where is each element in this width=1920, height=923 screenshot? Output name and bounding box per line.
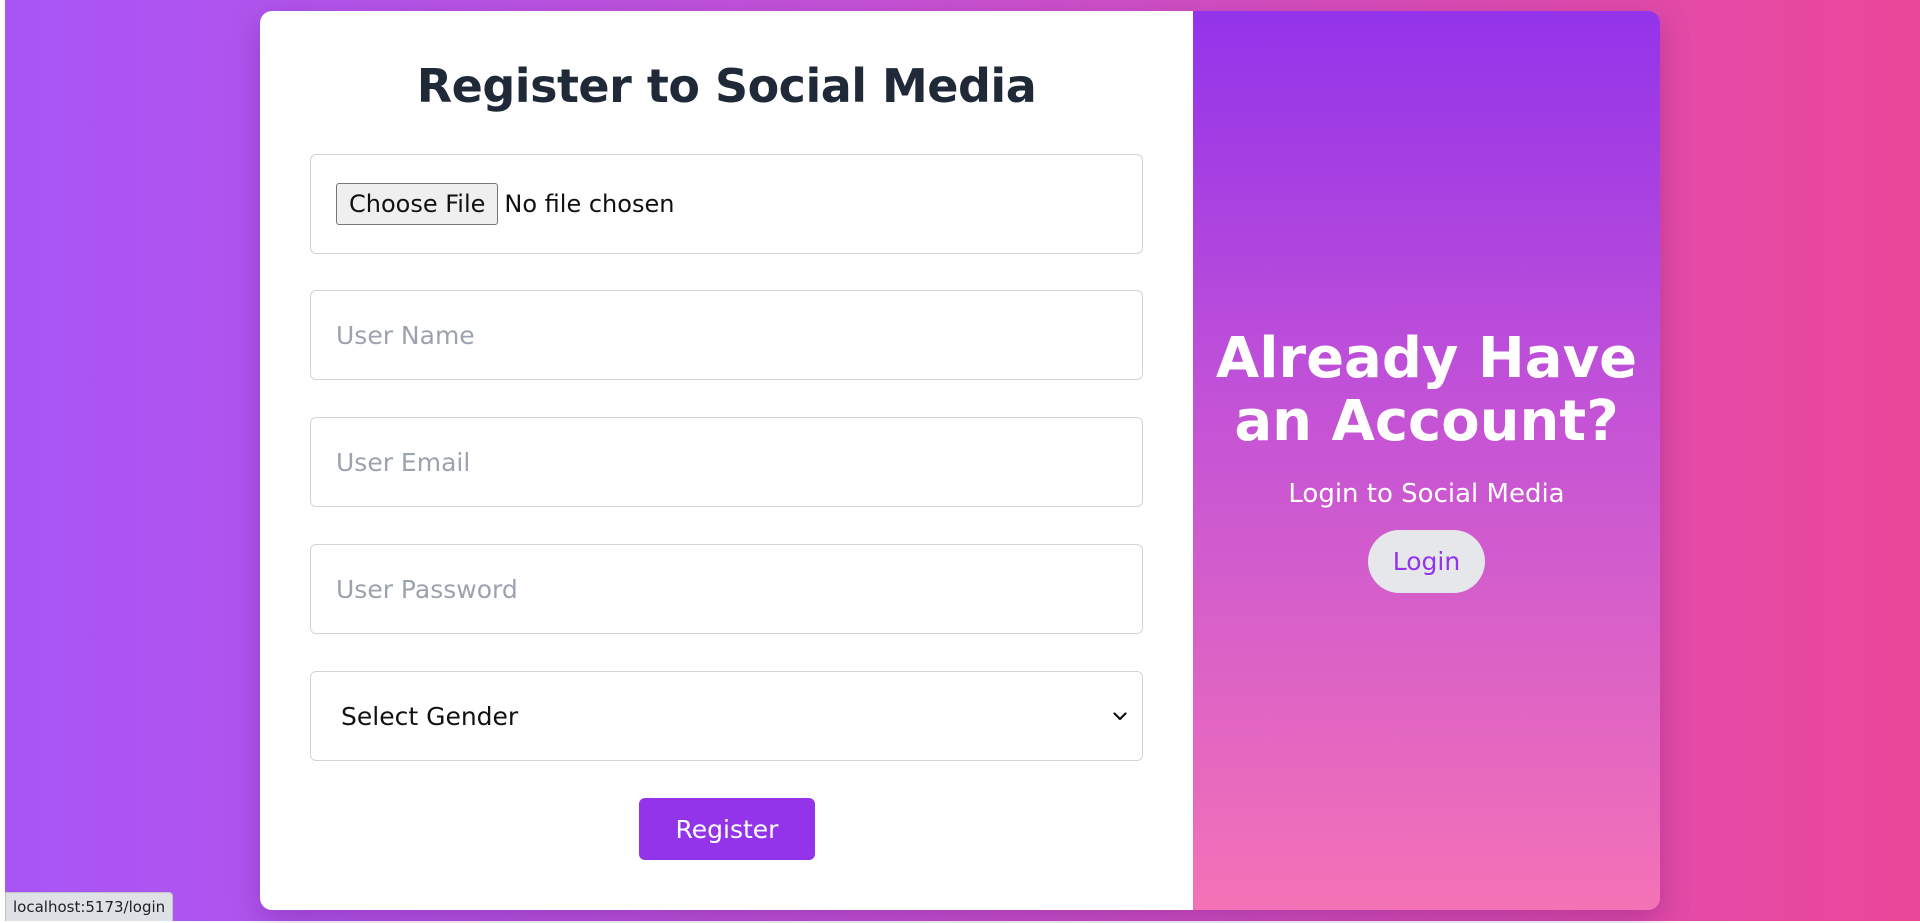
password-input[interactable] <box>310 544 1143 634</box>
browser-status-bar: localhost:5173/login <box>5 892 174 921</box>
auth-card: Register to Social Media Choose File No … <box>260 11 1660 910</box>
email-input[interactable] <box>310 417 1143 507</box>
file-input[interactable]: Choose File No file chosen <box>310 154 1143 254</box>
username-input[interactable] <box>310 290 1143 380</box>
register-button[interactable]: Register <box>639 798 815 860</box>
file-status-text: No file chosen <box>504 190 675 218</box>
chevron-down-icon <box>1110 706 1130 726</box>
register-form: Register to Social Media Choose File No … <box>260 11 1193 910</box>
page-title: Register to Social Media <box>416 59 1037 113</box>
login-panel-title: Already Have an Account? <box>1215 326 1638 454</box>
gender-select-value: Select Gender <box>341 701 519 731</box>
status-url: localhost:5173/login <box>13 898 166 916</box>
gender-select[interactable]: Select Gender <box>310 671 1143 761</box>
choose-file-button[interactable]: Choose File <box>336 183 499 225</box>
login-panel: Already Have an Account? Login to Social… <box>1193 11 1660 910</box>
login-button[interactable]: Login <box>1368 530 1485 593</box>
login-panel-subtitle: Login to Social Media <box>1288 479 1565 509</box>
